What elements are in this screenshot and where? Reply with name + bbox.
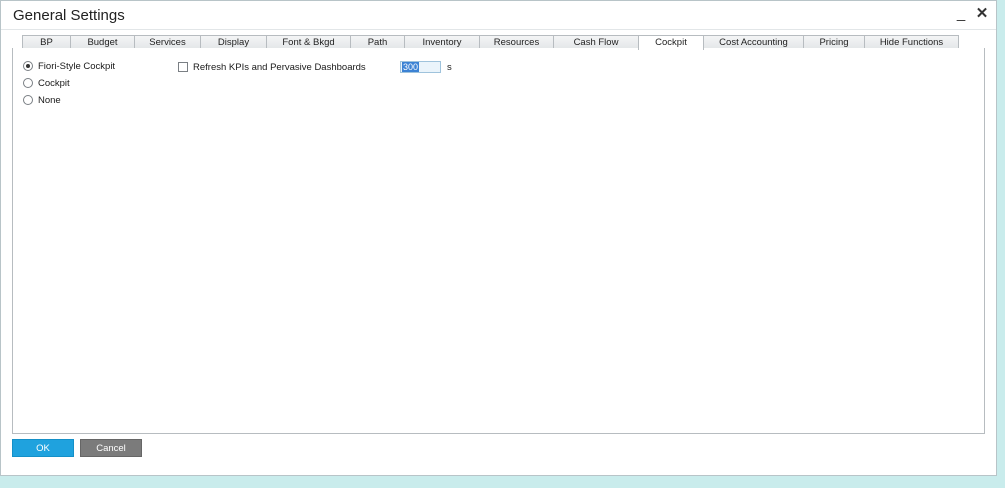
tab-cash-flow[interactable]: Cash Flow [553, 35, 639, 49]
cancel-button[interactable]: Cancel [80, 439, 142, 457]
tab-cockpit[interactable]: Cockpit [638, 35, 704, 50]
radio-label: Fiori-Style Cockpit [38, 60, 116, 72]
refresh-kpis-label: Refresh KPIs and Pervasive Dashboards [193, 61, 366, 73]
refresh-interval-value: 300 [402, 62, 420, 72]
refresh-interval-unit: s [447, 62, 452, 73]
tab-hide-functions[interactable]: Hide Functions [864, 35, 959, 49]
radio-cockpit[interactable]: Cockpit [23, 77, 70, 89]
tab-inventory[interactable]: Inventory [404, 35, 480, 49]
radio-label: Cockpit [38, 77, 70, 89]
close-icon[interactable]: ✕ [974, 5, 990, 23]
radio-none[interactable]: None [23, 94, 61, 106]
radio-button[interactable] [23, 95, 33, 105]
tab-bp[interactable]: BP [22, 35, 71, 49]
refresh-kpis-checkbox[interactable] [178, 62, 188, 72]
cockpit-panel [12, 48, 985, 434]
title-divider [1, 29, 996, 30]
tab-path[interactable]: Path [350, 35, 405, 49]
window-title: General Settings [13, 7, 125, 24]
tab-pricing[interactable]: Pricing [803, 35, 865, 49]
title-bar: General Settings _ ✕ [1, 1, 996, 31]
tab-font-bkgd[interactable]: Font & Bkgd [266, 35, 351, 49]
radio-button-selected[interactable] [23, 61, 33, 71]
radio-label: None [38, 94, 61, 106]
minimize-icon[interactable]: _ [953, 5, 969, 23]
tab-cost-accounting[interactable]: Cost Accounting [703, 35, 804, 49]
tab-resources[interactable]: Resources [479, 35, 554, 49]
tab-display[interactable]: Display [200, 35, 267, 49]
settings-tab-bar: BP Budget Services Display Font & Bkgd P… [22, 35, 959, 50]
radio-fiori-style-cockpit[interactable]: Fiori-Style Cockpit [23, 60, 115, 72]
radio-button[interactable] [23, 78, 33, 88]
tab-services[interactable]: Services [134, 35, 201, 49]
tab-budget[interactable]: Budget [70, 35, 135, 49]
ok-button[interactable]: OK [12, 439, 74, 457]
refresh-kpis-option[interactable]: Refresh KPIs and Pervasive Dashboards [178, 61, 366, 73]
refresh-interval-input[interactable]: 300 [400, 61, 441, 73]
